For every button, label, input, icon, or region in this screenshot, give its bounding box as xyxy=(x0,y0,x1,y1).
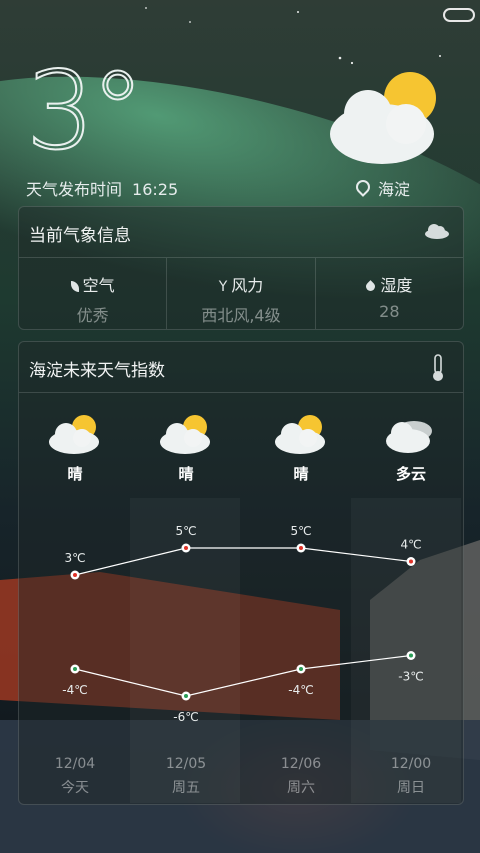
thermometer-icon xyxy=(433,354,443,381)
high-temp-label: 5℃ xyxy=(175,524,196,538)
sunny-cloud-icon xyxy=(330,72,436,164)
publish-info: 天气发布时间 16:25 xyxy=(26,176,178,200)
wind-value: 西北风,4级 xyxy=(201,306,281,325)
high-temp-label: 4℃ xyxy=(400,538,421,552)
low-temp-point-center xyxy=(409,653,413,658)
location[interactable]: 海淀 xyxy=(353,176,411,200)
air-label: 空气 xyxy=(82,276,115,295)
wind-icon: Y xyxy=(218,279,228,295)
forecast-area: 晴 12/04 今天晴 12/05 周五晴 12/06 周六 多云 12/00 周日 3℃ -4℃ 5℃… xyxy=(19,393,463,803)
high-temp-point-center xyxy=(409,559,413,564)
humidity-value: 28 xyxy=(379,302,400,321)
high-temp-point-center xyxy=(184,546,188,550)
low-temp-label: -4℃ xyxy=(62,683,87,697)
humidity: 湿度 28 xyxy=(316,258,463,329)
wind-label: 风力 xyxy=(231,276,264,295)
high-temp-label: 5℃ xyxy=(290,524,311,538)
current-weather-card: 当前气象信息 空气 优秀 Y 风力 西北风,4级 湿度 28 xyxy=(18,206,464,330)
air-quality: 空气 优秀 xyxy=(19,258,168,329)
card-title: 海淀未来天气指数 xyxy=(29,361,165,381)
high-temp-label: 3℃ xyxy=(64,551,85,565)
card-title: 当前气象信息 xyxy=(29,226,131,246)
leaf-icon xyxy=(70,281,79,292)
publish-time: 16:25 xyxy=(132,180,179,199)
current-temperature: 3° xyxy=(25,49,146,174)
high-temp-line xyxy=(74,547,412,576)
drop-icon xyxy=(364,280,378,293)
low-temp-line xyxy=(74,654,412,697)
air-value: 优秀 xyxy=(76,306,109,325)
low-temp-point-center xyxy=(73,667,77,671)
forecast-card: 海淀未来天气指数 晴 12/04 今天晴 12/05 周五晴 12/06 周六 多云 12/00… xyxy=(18,341,464,805)
publish-label: 天气发布时间 xyxy=(26,180,123,199)
location-pin-icon xyxy=(353,177,373,197)
high-temp-point-center xyxy=(299,546,303,550)
low-temp-point-center xyxy=(299,667,303,671)
low-temp-label: -3℃ xyxy=(398,670,423,684)
low-temp-point-center xyxy=(184,694,188,698)
temperature-chart: 3℃ -4℃ 5℃ -6℃ 5℃ -4℃ 4℃ -3℃ xyxy=(62,524,423,724)
high-temp-point-center xyxy=(73,573,77,577)
wind: Y 风力 西北风,4级 xyxy=(167,258,316,329)
low-temp-label: -4℃ xyxy=(288,683,313,697)
location-name: 海淀 xyxy=(378,180,411,199)
low-temp-label: -6℃ xyxy=(173,710,198,724)
battery-icon xyxy=(443,8,475,22)
humidity-label: 湿度 xyxy=(380,276,413,295)
cloud-icon xyxy=(425,224,449,239)
